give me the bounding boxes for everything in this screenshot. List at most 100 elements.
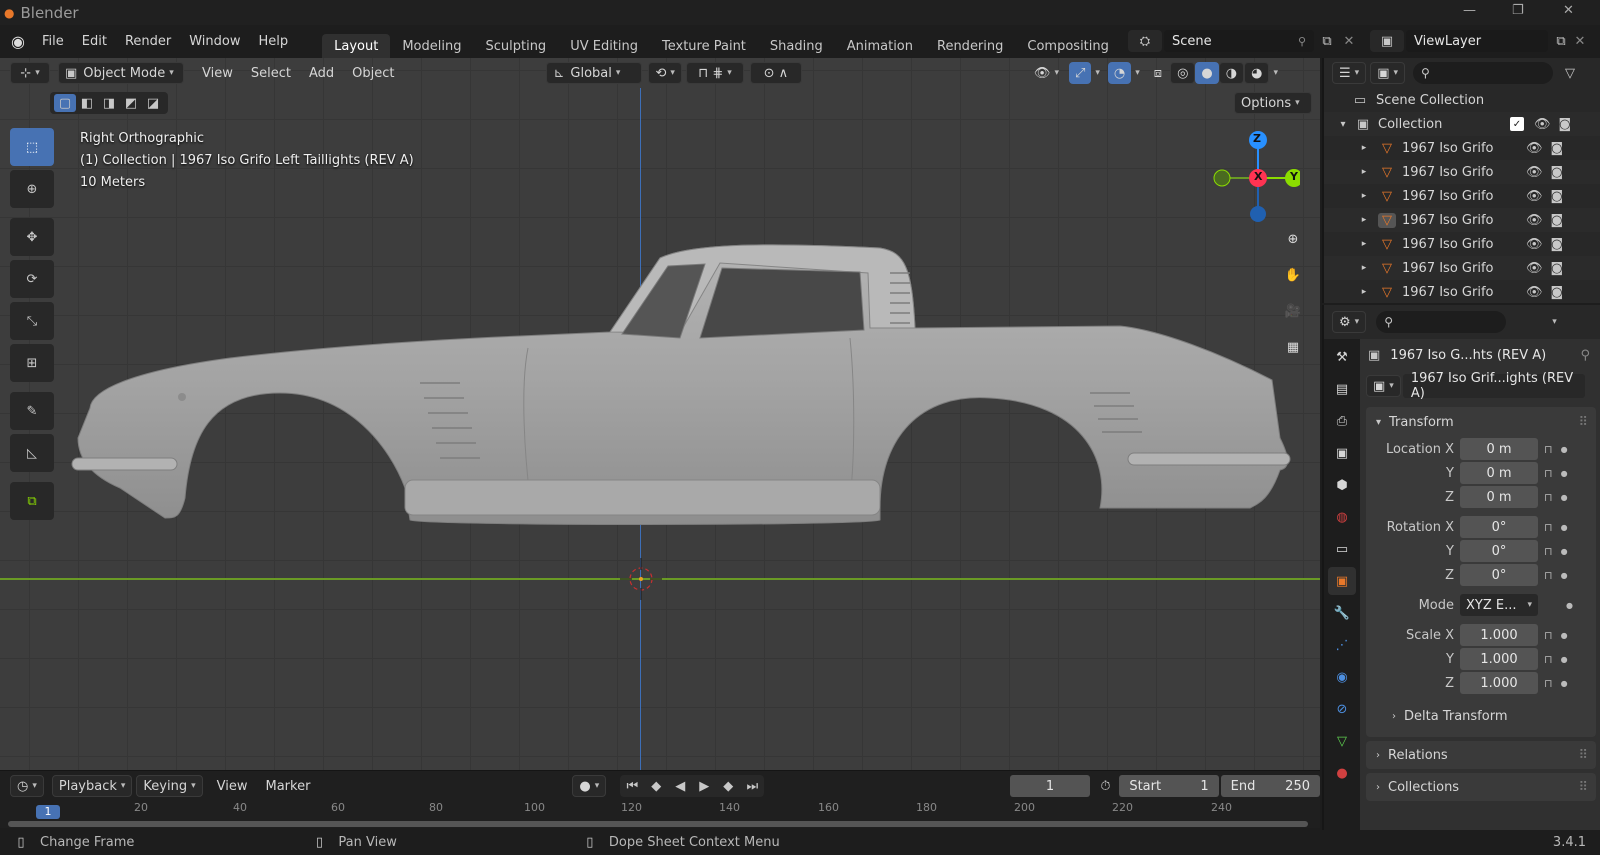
- expand-icon[interactable]: ▸: [1358, 191, 1370, 201]
- timeline-view-menu[interactable]: View: [211, 775, 254, 797]
- playback-menu[interactable]: Playback ▾: [51, 775, 133, 797]
- marker-menu[interactable]: Marker: [259, 775, 316, 797]
- select-box-tool[interactable]: ⬚: [10, 128, 54, 166]
- filter-icon[interactable]: ▽: [1565, 66, 1575, 81]
- keyframe-dot-icon[interactable]: ●: [1561, 445, 1568, 454]
- drag-handle-icon[interactable]: ⠿: [1578, 780, 1588, 795]
- eye-icon[interactable]: 👁: [1526, 213, 1543, 228]
- gizmo-toggle-icon[interactable]: ⤢: [1068, 62, 1092, 84]
- minimize-button[interactable]: —: [1463, 3, 1476, 18]
- object-name[interactable]: 1967 Iso G...hts (REV A): [1390, 348, 1546, 363]
- select-intersect-icon[interactable]: ◪: [142, 96, 164, 111]
- rotation-y-field[interactable]: 0°: [1460, 540, 1538, 562]
- world-tab-icon[interactable]: ◍: [1328, 503, 1356, 531]
- object-data-field[interactable]: 1967 Iso Grif...ights (REV A): [1402, 371, 1585, 401]
- scene-field[interactable]: Scene ⚲: [1164, 30, 1314, 52]
- expand-icon[interactable]: ▸: [1358, 143, 1370, 153]
- new-view-layer-icon[interactable]: ⧉: [1550, 34, 1572, 49]
- keyframe-dot-icon[interactable]: ●: [1561, 655, 1568, 664]
- outliner-object-row[interactable]: ▸ ▽ 1967 Iso Grifo I 👁 ◙: [1324, 136, 1600, 160]
- timeline-editor-icon[interactable]: ◷ ▾: [10, 775, 44, 797]
- pan-hand-icon[interactable]: ✋: [1278, 260, 1308, 290]
- menu-file[interactable]: File: [36, 31, 70, 53]
- outliner-editor-icon[interactable]: ☰ ▾: [1332, 62, 1367, 84]
- select-extend-icon[interactable]: ◧: [76, 96, 98, 111]
- tab-layout[interactable]: Layout: [322, 34, 391, 58]
- stopwatch-icon[interactable]: ⏱: [1092, 779, 1120, 794]
- scale-tool[interactable]: ⤡: [10, 302, 54, 340]
- delete-scene-icon[interactable]: ✕: [1338, 34, 1360, 49]
- scale-z-field[interactable]: 1.000: [1460, 672, 1538, 694]
- maximize-button[interactable]: ❐: [1512, 3, 1524, 18]
- shading-material-icon[interactable]: ◑: [1218, 62, 1245, 84]
- zoom-icon[interactable]: ⊕: [1278, 224, 1308, 254]
- menu-window[interactable]: Window: [183, 31, 246, 53]
- select-subtract-icon[interactable]: ◨: [98, 96, 120, 111]
- location-y-field[interactable]: 0 m: [1460, 462, 1538, 484]
- 3d-viewport[interactable]: ⊹ ▾ ▣ Object Mode ▾ View Select Add Object…: [0, 58, 1320, 770]
- expand-icon[interactable]: ▸: [1358, 287, 1370, 297]
- timeline-ruler[interactable]: 1 20 40 60 80 100 120 140 160 180 200 22…: [8, 801, 1308, 827]
- tab-sculpting[interactable]: Sculpting: [473, 34, 558, 58]
- camera-render-icon[interactable]: ◙: [1551, 237, 1564, 252]
- snap-icon[interactable]: ⊓ ⋕ ▾: [685, 62, 744, 84]
- play-reverse-icon[interactable]: ◀: [668, 779, 692, 794]
- render-tab-icon[interactable]: ▤: [1328, 375, 1356, 403]
- annotate-tool[interactable]: ✎: [10, 392, 54, 430]
- outliner-object-row[interactable]: ▸ ▽ 1967 Iso Grifo I 👁 ◙: [1324, 280, 1600, 304]
- relations-panel[interactable]: › Relations ⠿: [1366, 741, 1596, 769]
- scene-icon[interactable]: ⛭: [1128, 30, 1162, 52]
- lock-icon[interactable]: ⊓: [1544, 545, 1553, 558]
- object-tab-icon[interactable]: ▣: [1328, 567, 1356, 595]
- checkbox-icon[interactable]: ✓: [1510, 117, 1524, 131]
- location-z-field[interactable]: 0 m: [1460, 486, 1538, 508]
- transform-tool[interactable]: ⊞: [10, 344, 54, 382]
- properties-search-input[interactable]: ⚲: [1376, 311, 1507, 333]
- particles-tab-icon[interactable]: ⋰: [1328, 631, 1356, 659]
- measure-tool[interactable]: ◺: [10, 434, 54, 472]
- outliner-object-row[interactable]: ▸ ▽ 1967 Iso Grifo I 👁 ◙: [1324, 160, 1600, 184]
- expand-icon[interactable]: ▾: [1336, 119, 1350, 130]
- rotation-x-field[interactable]: 0°: [1460, 516, 1538, 538]
- shading-dropdown-icon[interactable]: ▾: [1273, 68, 1278, 78]
- display-mode-icon[interactable]: ▣ ▾: [1370, 62, 1406, 84]
- keyframe-dot-icon[interactable]: ●: [1561, 547, 1568, 556]
- menu-edit[interactable]: Edit: [76, 31, 113, 53]
- camera-render-icon[interactable]: ◙: [1551, 213, 1564, 228]
- lock-icon[interactable]: ⊓: [1544, 443, 1553, 456]
- camera-render-icon[interactable]: ◙: [1551, 285, 1564, 300]
- proportional-edit-icon[interactable]: ⊙ ∧: [749, 62, 802, 84]
- add-cube-tool[interactable]: ⧉: [10, 482, 54, 520]
- xray-icon[interactable]: ⧈: [1148, 62, 1168, 84]
- properties-options-icon[interactable]: ▾: [1552, 317, 1557, 327]
- outliner-collection[interactable]: ▾ ▣ Collection ✓ 👁 ◙: [1324, 112, 1600, 136]
- camera-render-icon[interactable]: ◙: [1551, 165, 1564, 180]
- tab-texture-paint[interactable]: Texture Paint: [650, 34, 758, 58]
- timeline-scrollbar[interactable]: [8, 821, 1308, 827]
- keyframe-dot-icon[interactable]: ●: [1561, 523, 1568, 532]
- move-tool[interactable]: ✥: [10, 218, 54, 256]
- lock-icon[interactable]: ⊓: [1544, 491, 1553, 504]
- camera-icon[interactable]: 🎥: [1278, 296, 1308, 326]
- shading-wireframe-icon[interactable]: ◎: [1170, 62, 1196, 84]
- tab-uv-editing[interactable]: UV Editing: [558, 34, 650, 58]
- scale-y-field[interactable]: 1.000: [1460, 648, 1538, 670]
- outliner-object-row[interactable]: ▸ ▽ 1967 Iso Grifo I 👁 ◙: [1324, 184, 1600, 208]
- data-tab-icon[interactable]: ▽: [1328, 727, 1356, 755]
- keyframe-dot-icon[interactable]: ●: [1561, 571, 1568, 580]
- camera-render-icon[interactable]: ◙: [1551, 189, 1564, 204]
- transform-orientation-dropdown[interactable]: ⊾ Global ▾: [546, 62, 643, 84]
- drag-handle-icon[interactable]: ⠿: [1578, 415, 1588, 430]
- play-icon[interactable]: ▶: [692, 779, 716, 794]
- constraints-tab-icon[interactable]: ⊘: [1328, 695, 1356, 723]
- cursor-tool[interactable]: ⊕: [10, 170, 54, 208]
- eye-icon[interactable]: 👁: [1526, 189, 1543, 204]
- outliner-object-row[interactable]: ▸ ▽ 1967 Iso Grifo I 👁 ◙: [1324, 208, 1600, 232]
- object-mode-dropdown[interactable]: ▣ Object Mode ▾: [58, 62, 184, 84]
- keyframe-dot-icon[interactable]: ●: [1561, 631, 1568, 640]
- transform-header[interactable]: ▾ Transform ⠿: [1366, 407, 1596, 437]
- tab-rendering[interactable]: Rendering: [925, 34, 1015, 58]
- outliner-object-row[interactable]: ▸ ▽ 1967 Iso Grifo I 👁 ◙: [1324, 256, 1600, 280]
- camera-render-icon[interactable]: ◙: [1559, 117, 1572, 132]
- camera-render-icon[interactable]: ◙: [1551, 141, 1564, 156]
